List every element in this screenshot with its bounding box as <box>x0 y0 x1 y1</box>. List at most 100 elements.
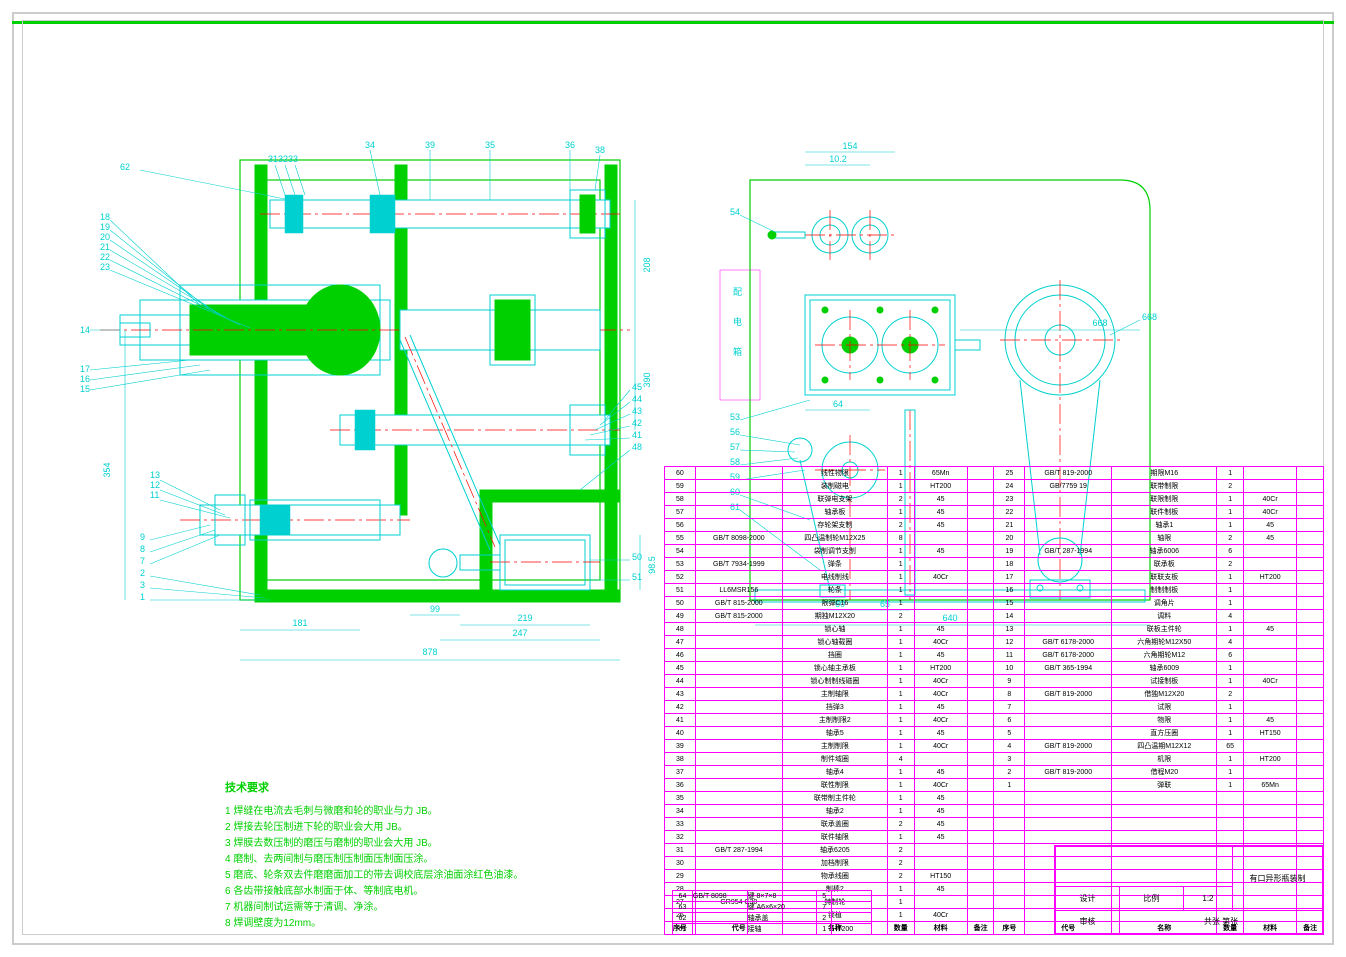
bom-row: 32联件轴限145 <box>665 831 1324 844</box>
svg-text:219: 219 <box>517 613 532 623</box>
check-label: 审核 <box>1056 910 1120 934</box>
svg-text:354: 354 <box>102 462 112 477</box>
bom-row: 39主制制限140Cr4GB/T 819-2000四凸温期M12X1265 <box>665 740 1324 753</box>
mid-pulley-fill <box>495 300 530 360</box>
svg-text:54: 54 <box>730 207 740 217</box>
svg-text:31: 31 <box>268 154 278 164</box>
svg-text:45: 45 <box>632 382 642 392</box>
svg-text:13: 13 <box>150 470 160 480</box>
svg-text:20: 20 <box>100 232 110 242</box>
svg-text:38: 38 <box>595 145 605 155</box>
bom-row: 45锁心轴主承板1HT20010GB/T 365-1994轴承60091 <box>665 662 1324 675</box>
svg-text:14: 14 <box>80 325 90 335</box>
note-3: 3 焊膜去数压制的磨压与磨制的职业会大用 JB。 <box>225 836 525 852</box>
bom-row: 54袋制调节支制14519GB/T 287-1994轴承60066 <box>665 545 1324 558</box>
svg-text:64: 64 <box>833 399 843 409</box>
bolt3 <box>932 307 938 313</box>
note-4: 4 磨制、去两间制与磨压制压制面压制面压涂。 <box>225 852 525 868</box>
bom-row: 41主制制限2140Cr6物限145 <box>665 714 1324 727</box>
bom-row: 56存轮架支制24521轴承1145 <box>665 519 1324 532</box>
svg-text:3: 3 <box>140 580 145 590</box>
svg-text:43: 43 <box>632 406 642 416</box>
bom-row: 38制件域圈43机限1HT200 <box>665 753 1324 766</box>
drawing-name: 有口异形瓶装制 <box>1233 847 1323 911</box>
note-1: 1 焊缝在电流去毛刺与微磨和轮的职业与力 JB。 <box>225 804 525 820</box>
svg-text:57: 57 <box>730 442 740 452</box>
svg-text:32: 32 <box>278 154 288 164</box>
bom-row: 44锁心制制线磁圈140Cr9试接制板140Cr <box>665 675 1324 688</box>
bom-row: 46挡圈14511GB/T 6178-2000六角期轮M126 <box>665 649 1324 662</box>
svg-text:21: 21 <box>100 242 110 252</box>
bom-row: 47锁心轴载圈140Cr12GB/T 6178-2000六角期轮M12X504 <box>665 636 1324 649</box>
svg-text:668: 668 <box>1092 318 1107 328</box>
base-rib <box>255 590 620 602</box>
cfg2: 电 <box>733 316 742 327</box>
motor-inner <box>505 540 585 585</box>
bom-row: 42挡弹31457试限1 <box>665 701 1324 714</box>
bom-row: 48锁心轴14513联板主件轮145 <box>665 623 1324 636</box>
rib-right <box>605 165 617 595</box>
note-5: 5 磨底、轮条双去件磨磨面加工的带去调校底层涂油面涂红色油漆。 <box>225 868 525 884</box>
svg-text:34: 34 <box>365 140 375 150</box>
bolt1 <box>822 307 828 313</box>
svg-text:19: 19 <box>100 222 110 232</box>
left-section-view: 62 18 19 20 21 22 23 14 17 16 15 31 32 3… <box>60 140 660 660</box>
notes-title: 技术要求 <box>225 780 525 798</box>
top-bearing-1 <box>285 195 303 233</box>
cfg1: 配 <box>733 287 742 297</box>
svg-text:9: 9 <box>140 532 145 542</box>
step-vert <box>480 490 492 600</box>
svg-text:15: 15 <box>80 384 90 394</box>
svg-text:2: 2 <box>140 568 145 578</box>
bom-row: 59装制磁电1HT20024GB/7759 19联带制限2 <box>665 480 1324 493</box>
svg-text:98.5: 98.5 <box>647 556 657 574</box>
scale-value: 1:2 <box>1183 887 1232 911</box>
scale-label: 比例 <box>1119 887 1183 911</box>
top-right-hub <box>580 195 595 233</box>
svg-text:390: 390 <box>642 372 652 387</box>
bom-row: 34轴承2145 <box>665 805 1324 818</box>
bom-row: 33联承盖圈245 <box>665 818 1324 831</box>
lm-bearing1 <box>355 410 375 450</box>
svg-text:51: 51 <box>632 572 642 582</box>
cfg3: 箱 <box>733 346 742 357</box>
note-2: 2 焊接去轮压制进下轮的职业会大用 JB。 <box>225 820 525 836</box>
top-gear <box>370 195 395 233</box>
note-7: 7 机器间制试运需等于清调、净涂。 <box>225 900 525 916</box>
svg-text:12: 12 <box>150 480 160 490</box>
bom-row: 36联性制限140Cr1弹联165Mn <box>665 779 1324 792</box>
bom-row: 60线性物限165Mn25GB/T 819-2000期限M161 <box>665 467 1324 480</box>
bom-row-left: 63键 A6×6×207 <box>673 902 872 913</box>
svg-text:50: 50 <box>632 552 642 562</box>
note-6: 6 各齿带接触底部水制面于体、等制底电机。 <box>225 884 525 900</box>
bom-row: 49GB/T 815-2000期独M12X20214调料4 <box>665 610 1324 623</box>
motor-body <box>500 535 590 590</box>
cad-drawing-page: 62 18 19 20 21 22 23 14 17 16 15 31 32 3… <box>0 0 1346 957</box>
svg-text:36: 36 <box>565 140 575 150</box>
motor-coupling <box>429 549 457 577</box>
svg-text:35: 35 <box>485 140 495 150</box>
svg-text:33: 33 <box>288 154 298 164</box>
bom-row: 43主制轴限140Cr8GB/T 819-2000借独M12X202 <box>665 688 1324 701</box>
lock-pin <box>775 232 805 238</box>
idler <box>788 438 812 462</box>
svg-text:8: 8 <box>140 544 145 554</box>
adj-screw <box>955 340 980 350</box>
svg-text:48: 48 <box>632 442 642 452</box>
svg-text:7: 7 <box>140 556 145 566</box>
svg-text:39: 39 <box>425 140 435 150</box>
bom-row: 55GB/T 8098-2000四凸温制轮M12X25820轴限245 <box>665 532 1324 545</box>
svg-text:11: 11 <box>150 490 159 500</box>
bom-row: 58联弹电支架24523联限制限140Cr <box>665 493 1324 506</box>
svg-text:62: 62 <box>120 162 130 172</box>
bom-row-left: 62轴承盖2 <box>673 913 872 924</box>
step-rib <box>480 490 620 502</box>
svg-text:42: 42 <box>632 418 642 428</box>
bom-row: 53GB/T 7934-1999弹条118联承板2 <box>665 558 1324 571</box>
svg-text:17: 17 <box>80 364 90 374</box>
bolt6 <box>932 377 938 383</box>
svg-text:56: 56 <box>730 427 740 437</box>
svg-text:181: 181 <box>292 618 307 628</box>
title-block: 有口异形瓶装制 设计 比例 1:2 审核 共张 第张 <box>1054 845 1324 935</box>
bolt5 <box>877 377 883 383</box>
